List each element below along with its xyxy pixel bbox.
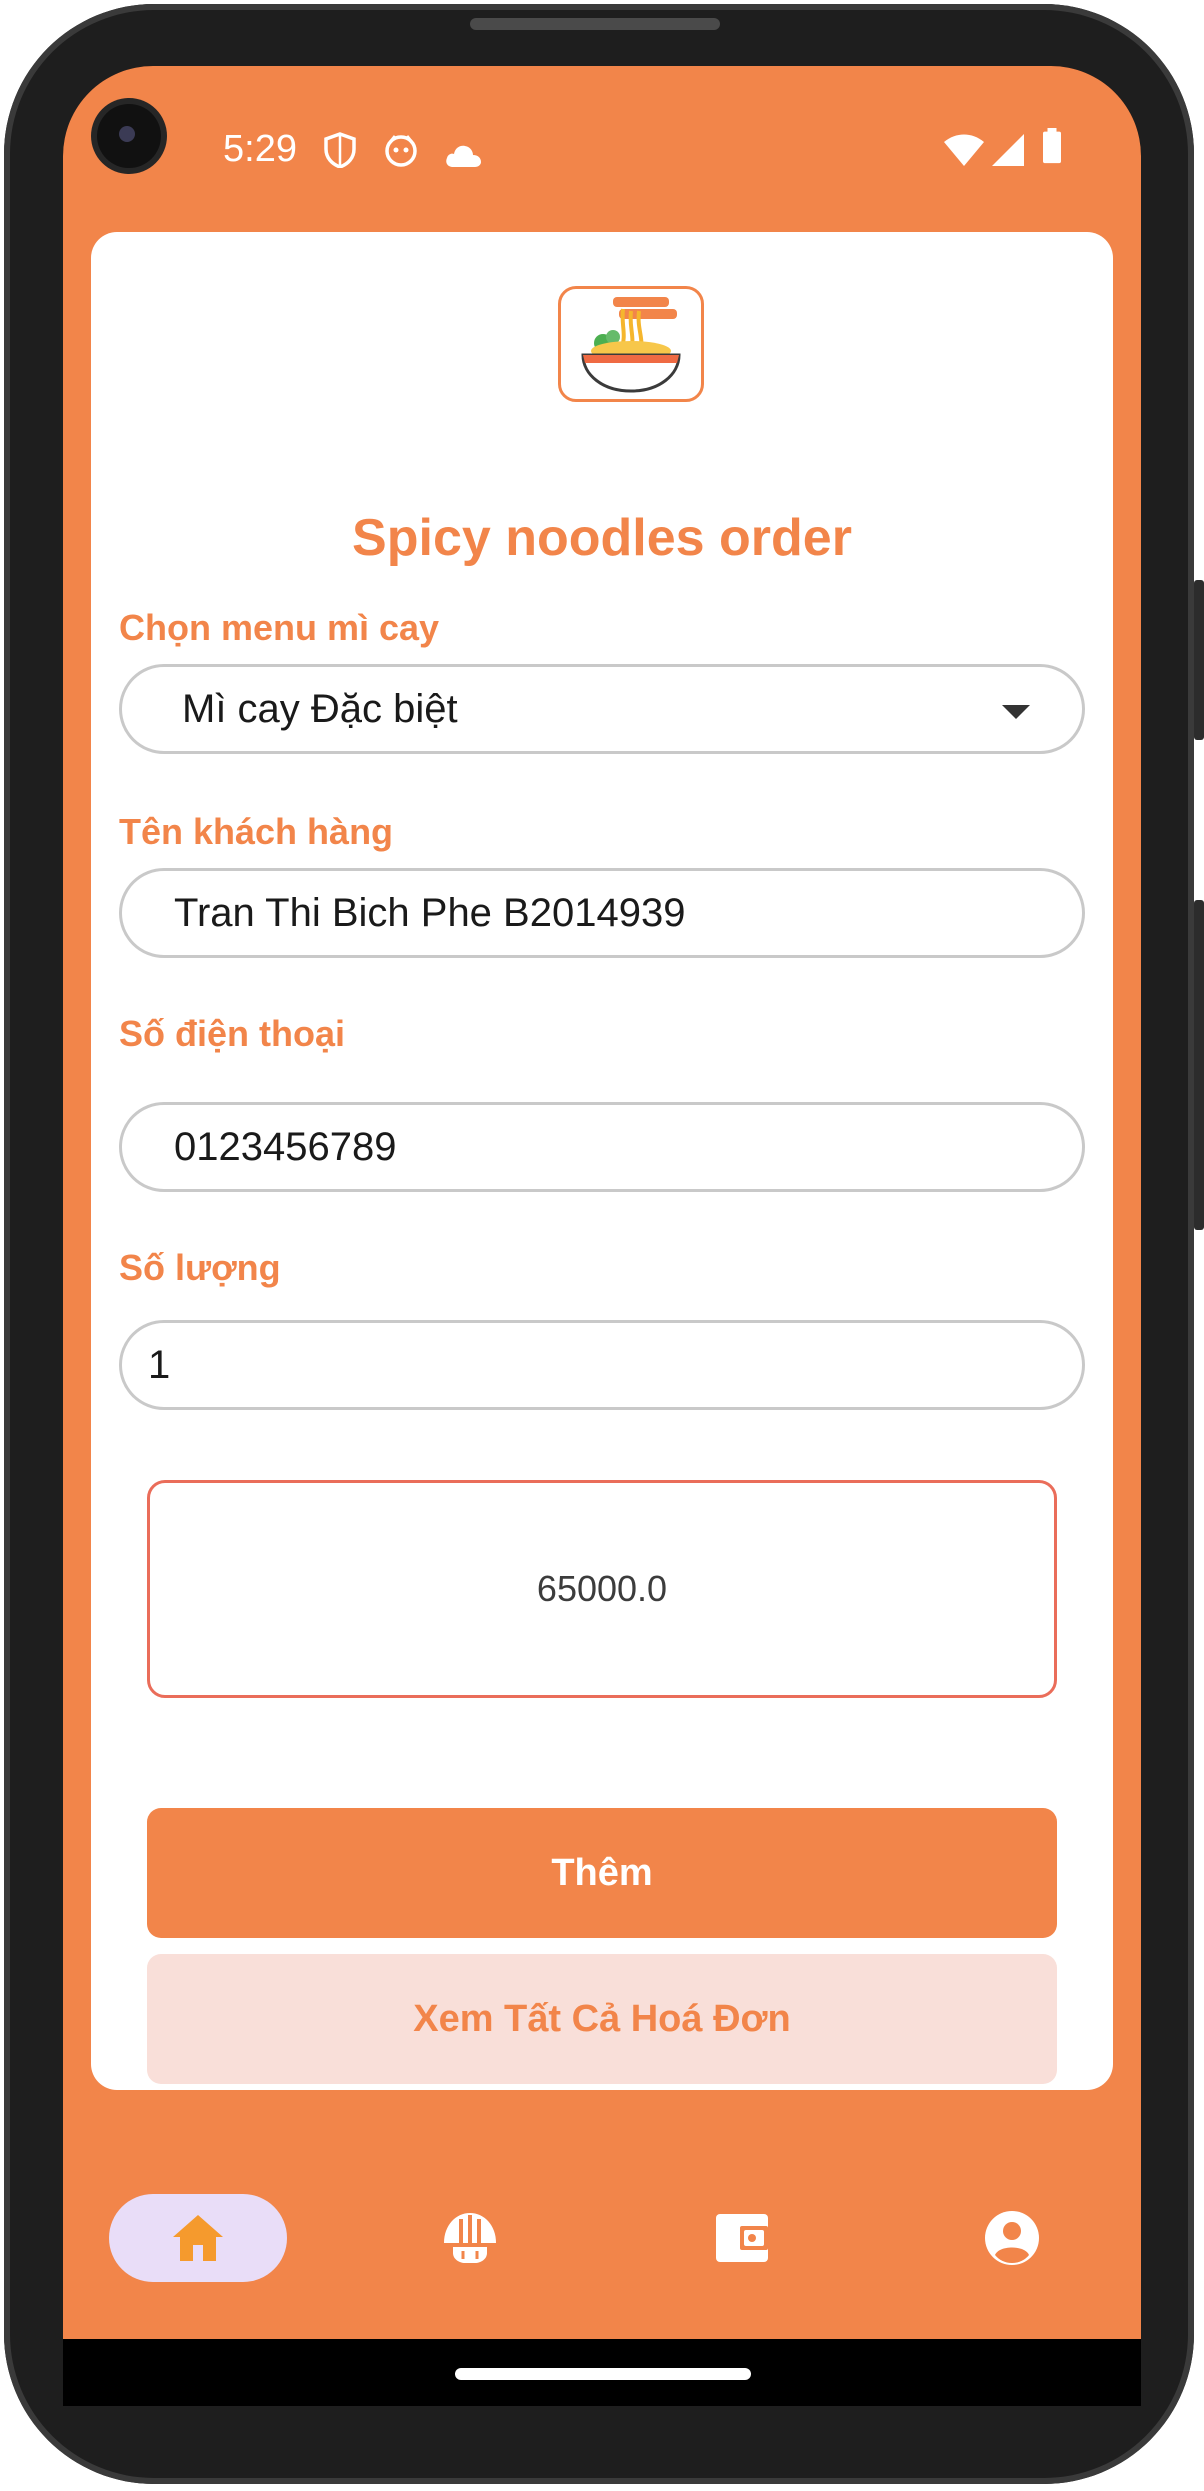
account-icon xyxy=(985,2211,1039,2265)
phone-label: Số điện thoại xyxy=(119,1013,346,1054)
quantity-input[interactable]: 1 xyxy=(119,1320,1085,1410)
power-button xyxy=(1194,900,1204,1230)
front-camera xyxy=(97,104,161,168)
home-gesture-bar[interactable] xyxy=(455,2368,751,2380)
total-price-box: 65000.0 xyxy=(147,1480,1057,1698)
customer-name-value: Tran Thi Bich Phe B2014939 xyxy=(174,891,686,935)
nav-item-menu[interactable] xyxy=(381,2194,559,2282)
quantity-label: Số lượng xyxy=(119,1247,281,1288)
noodle-bowl-icon xyxy=(558,286,704,402)
nav-item-home[interactable] xyxy=(109,2194,287,2282)
total-price-value: 65000.0 xyxy=(536,1568,668,1609)
customer-name-input[interactable]: Tran Thi Bich Phe B2014939 xyxy=(119,868,1085,958)
device-frame: 5:29 Spicy noodles order Chọn menu mì ca… xyxy=(0,0,1204,2491)
screen: 5:29 Spicy noodles order Chọn menu mì ca… xyxy=(63,66,1141,2406)
wallet-icon xyxy=(716,2214,768,2262)
home-icon xyxy=(173,2215,223,2261)
order-form-card: Spicy noodles order Chọn menu mì cay Mì … xyxy=(91,232,1113,2090)
nav-item-account[interactable] xyxy=(923,2194,1101,2282)
customer-name-label: Tên khách hàng xyxy=(119,811,394,852)
quantity-value: 1 xyxy=(148,1343,171,1387)
dropdown-arrow-icon xyxy=(1002,705,1030,719)
add-order-button[interactable]: Thêm xyxy=(147,1808,1057,1938)
status-time: 5:29 xyxy=(223,128,297,170)
menu-label: Chọn menu mì cay xyxy=(119,607,440,648)
phone-input[interactable]: 0123456789 xyxy=(119,1102,1085,1192)
cloud-icon xyxy=(446,145,481,167)
nav-item-wallet[interactable] xyxy=(653,2194,831,2282)
menu-selected-value: Mì cay Đặc biệt xyxy=(182,687,458,731)
view-all-invoices-button[interactable]: Xem Tất Cả Hoá Đơn xyxy=(147,1954,1057,2084)
shield-icon xyxy=(324,132,356,168)
app-background: 5:29 Spicy noodles order Chọn menu mì ca… xyxy=(63,66,1141,2339)
menu-dropdown[interactable]: Mì cay Đặc biệt xyxy=(119,664,1085,754)
noodle-dome-icon xyxy=(444,2213,496,2263)
page-title: Spicy noodles order xyxy=(352,509,852,567)
wifi-icon xyxy=(944,134,984,166)
face-icon xyxy=(385,135,417,167)
bottom-navigation xyxy=(63,2194,1141,2339)
battery-icon xyxy=(1043,128,1061,164)
phone-value: 0123456789 xyxy=(174,1125,397,1169)
signal-icon xyxy=(992,134,1024,166)
volume-button xyxy=(1194,580,1204,740)
earpiece xyxy=(470,18,720,30)
